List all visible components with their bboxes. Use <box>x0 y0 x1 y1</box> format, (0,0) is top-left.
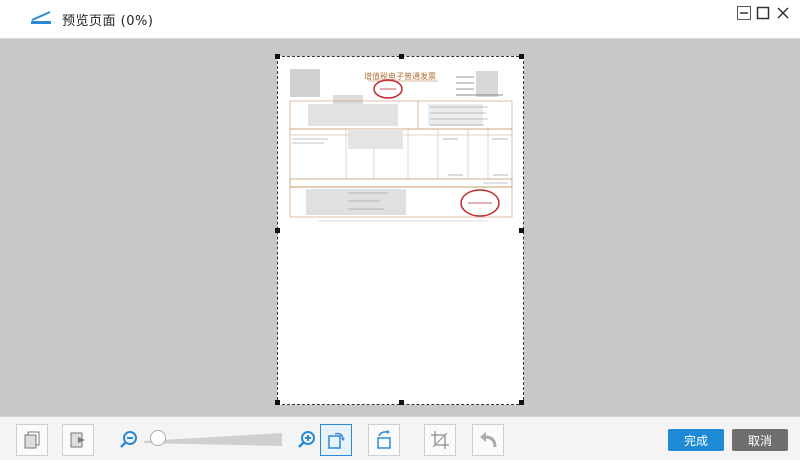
crop-handle-top[interactable] <box>399 54 404 59</box>
invoice-heading: 增值税电子普通发票 <box>364 71 436 81</box>
crop-handle-top-right[interactable] <box>519 54 524 59</box>
crop-handle-top-left[interactable] <box>275 54 280 59</box>
close-icon[interactable] <box>776 6 790 20</box>
crop-handle-right[interactable] <box>519 228 524 233</box>
zoom-slider[interactable] <box>144 430 284 448</box>
crop-handle-bottom[interactable] <box>399 400 404 405</box>
scanner-icon <box>31 11 51 24</box>
bottom-toolbar: 完成 取消 <box>0 416 800 460</box>
zoom-out-icon[interactable] <box>118 429 140 451</box>
crop-handle-bottom-right[interactable] <box>519 400 524 405</box>
rotate-right-icon <box>377 430 391 449</box>
copy-page-button[interactable] <box>16 424 48 456</box>
insert-page-icon <box>70 432 85 448</box>
preview-area: 增值税电子普通发票 <box>0 39 800 416</box>
crop-handle-left[interactable] <box>275 228 280 233</box>
zoom-in-icon[interactable] <box>296 429 318 451</box>
window-title: 预览页面 (0%) <box>62 14 154 29</box>
copy-page-icon <box>24 431 40 449</box>
invoice-image: 增值税电子普通发票 <box>288 67 514 225</box>
rotate-right-button[interactable] <box>368 424 400 456</box>
undo-button[interactable] <box>472 424 504 456</box>
undo-icon <box>480 432 497 448</box>
crop-handle-bottom-left[interactable] <box>275 400 280 405</box>
rotate-left-button[interactable] <box>320 424 352 456</box>
scanned-page[interactable]: 增值税电子普通发票 <box>275 54 524 405</box>
minimize-icon[interactable] <box>737 6 751 20</box>
title-bar: 预览页面 (0%) <box>0 0 800 39</box>
crop-button[interactable] <box>424 424 456 456</box>
maximize-icon[interactable] <box>756 6 770 20</box>
invoice-graphic: 增值税电子普通发票 <box>289 69 513 222</box>
crop-icon <box>431 431 449 449</box>
cancel-button[interactable]: 取消 <box>732 429 788 451</box>
rotate-left-icon <box>328 432 345 449</box>
insert-page-button[interactable] <box>62 424 94 456</box>
zoom-slider-thumb[interactable] <box>150 430 166 446</box>
done-button[interactable]: 完成 <box>668 429 724 451</box>
